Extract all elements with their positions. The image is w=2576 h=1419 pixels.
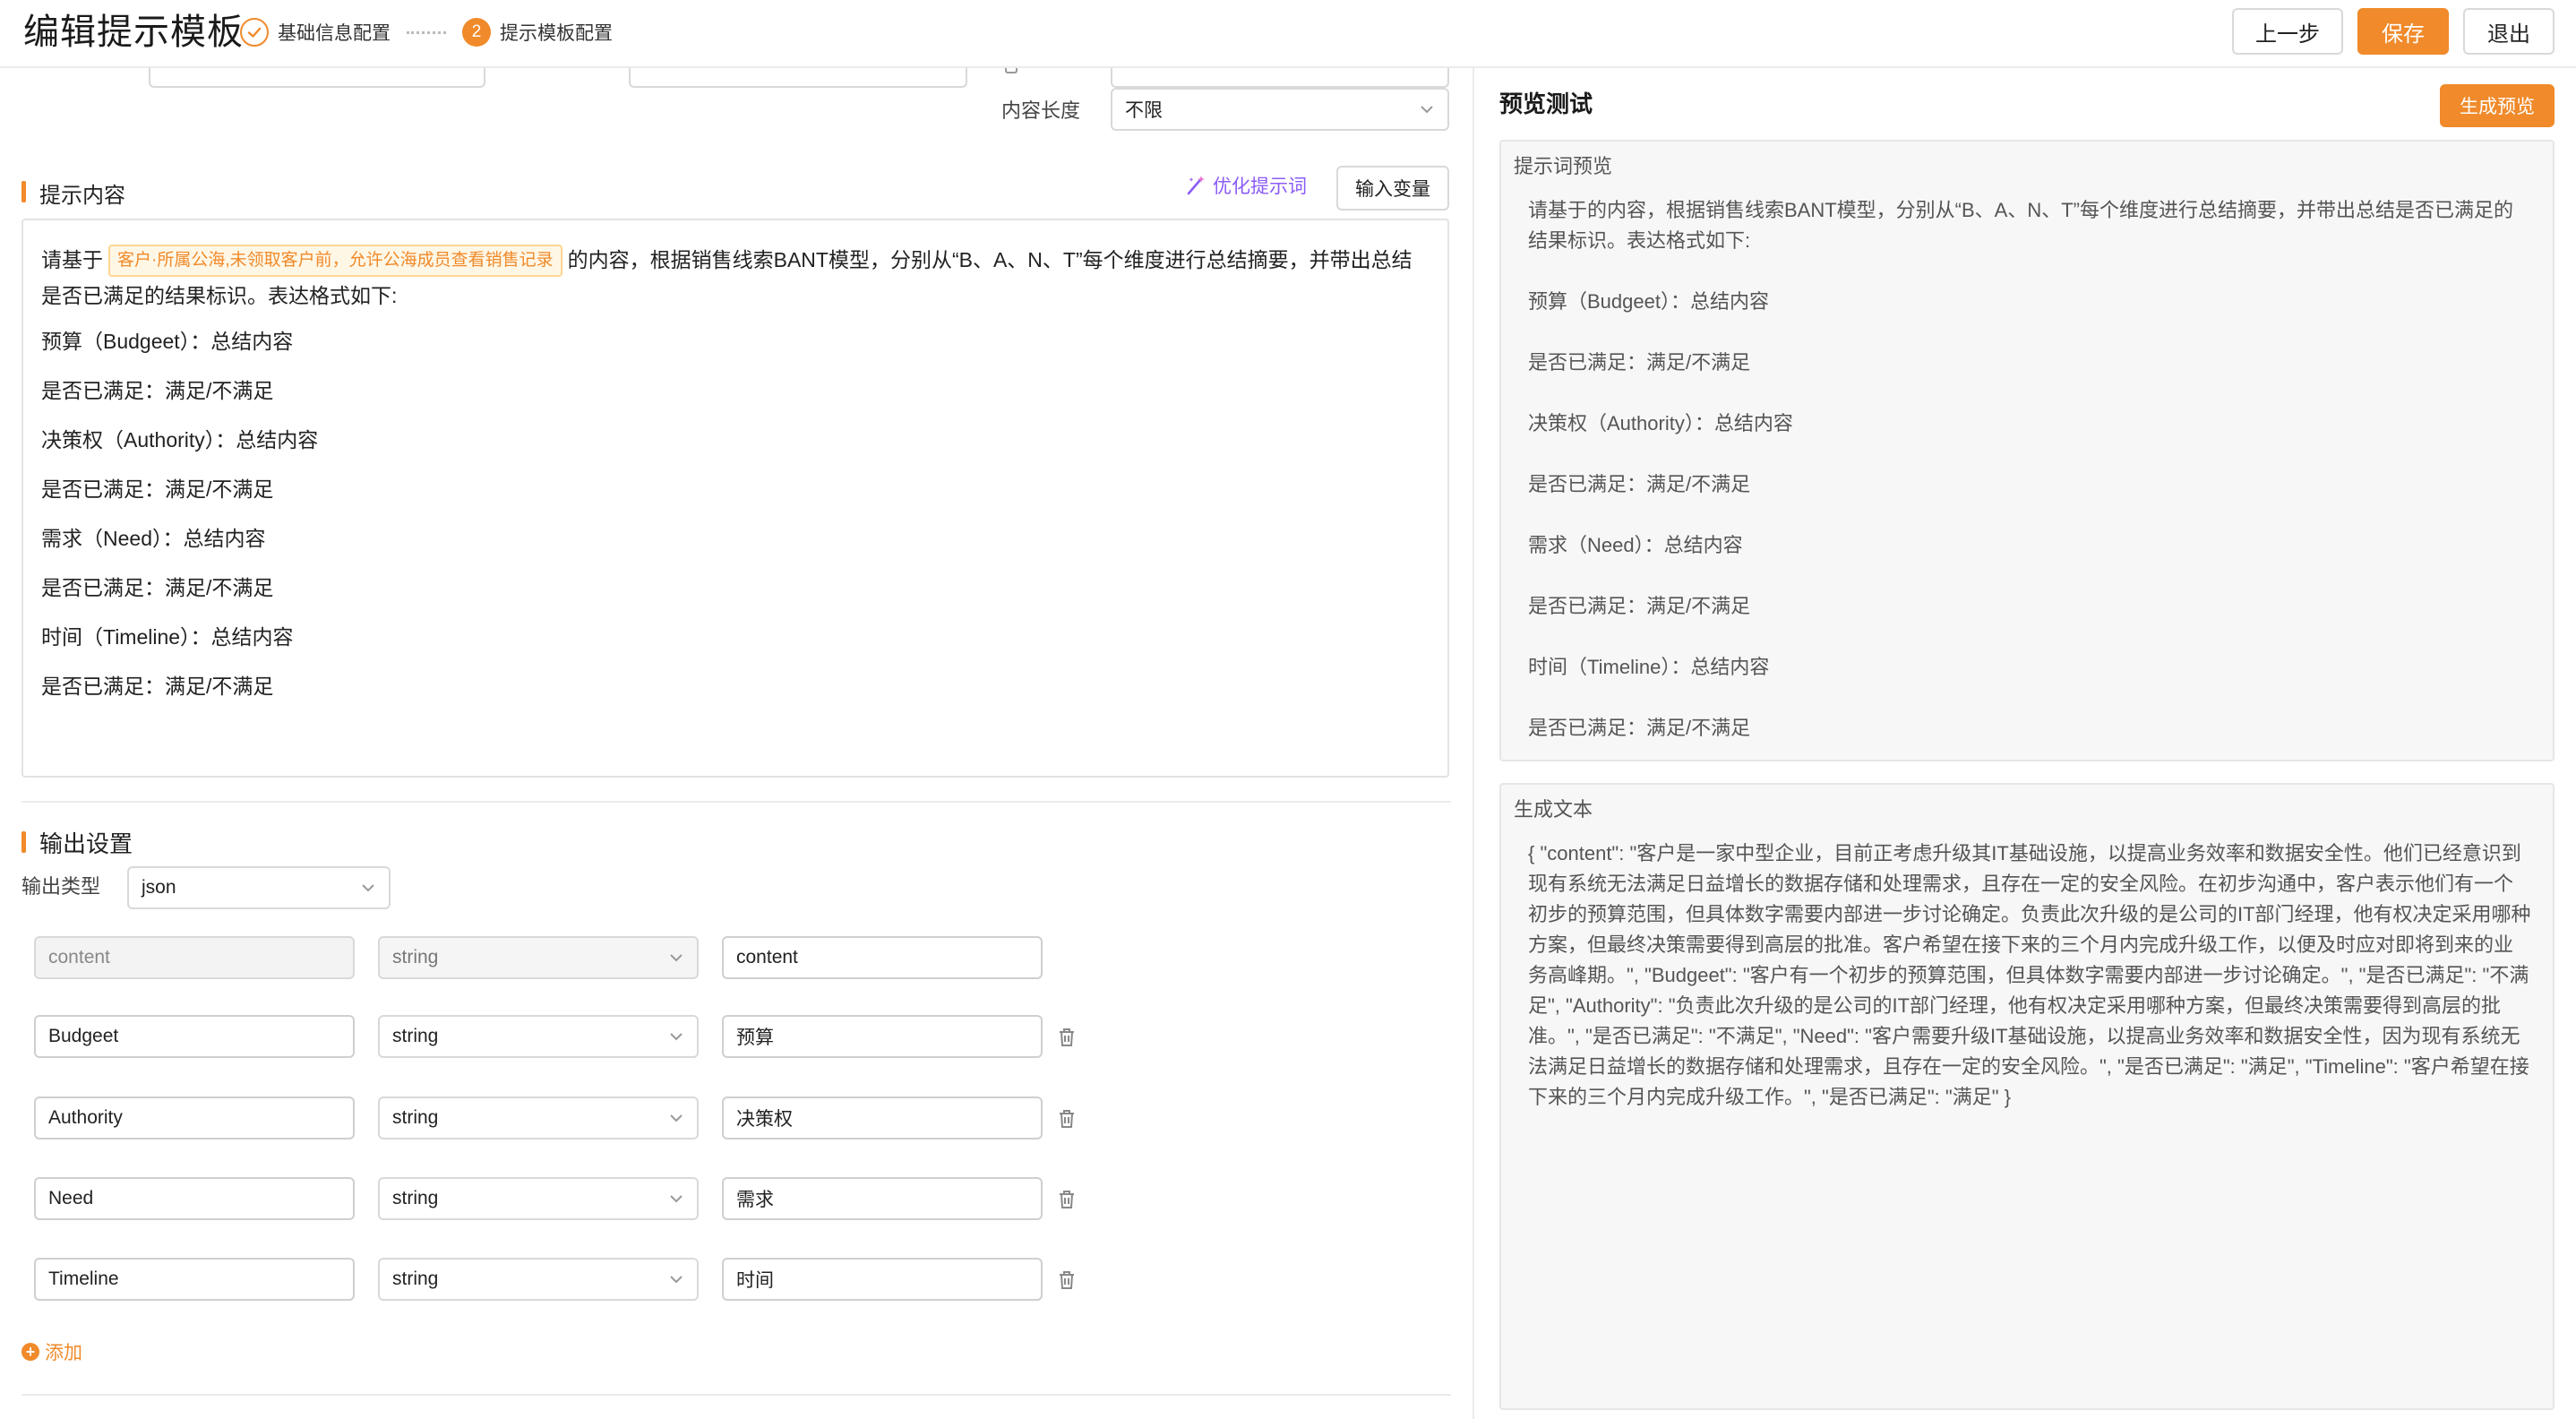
section-divider xyxy=(21,801,1451,803)
prompt-line: 时间（Timeline）：总结内容 xyxy=(41,625,294,649)
trash-icon[interactable] xyxy=(1057,1108,1077,1130)
chevron-down-icon xyxy=(1421,106,1433,114)
field-type-select[interactable]: string xyxy=(378,1096,699,1140)
insert-variable-button[interactable]: 输入变量 xyxy=(1336,166,1449,211)
prompt-line: 是否已满足：满足/不满足 xyxy=(41,576,274,599)
preview-line: 时间（Timeline）：总结内容 xyxy=(1528,656,1770,678)
add-field-button[interactable]: + 添加 xyxy=(21,1338,82,1365)
preview-line: 是否已满足：满足/不满足 xyxy=(1528,717,1751,739)
output-type-select[interactable]: json xyxy=(127,866,391,909)
prompt-line: 需求（Need）：总结内容 xyxy=(41,527,266,550)
step-number: 2 xyxy=(462,18,491,47)
preview-line: 决策权（Authority）：总结内容 xyxy=(1528,412,1793,434)
variable-tag[interactable]: 客户·所属公海,未领取客户前，允许公海成员查看销售记录 xyxy=(108,245,562,277)
content-length-value: 不限 xyxy=(1125,100,1163,121)
generated-text-content: { "content": "客户是一家中型企业，目前正考虑升级其IT基础设施，以… xyxy=(1528,842,2531,1108)
prompt-line: 决策权（Authority）：总结内容 xyxy=(41,428,319,452)
field-type-value: string xyxy=(392,1188,439,1208)
field-type-value: string xyxy=(392,1026,439,1046)
header-bar: 编辑提示模板 基础信息配置 2 提示模板配置 上一步 保存 退出 xyxy=(0,0,2576,68)
step-basic-info[interactable]: 基础信息配置 xyxy=(240,18,391,47)
preview-line: 是否已满足：满足/不满足 xyxy=(1528,473,1751,495)
preview-line: 预算（Budgeet）：总结内容 xyxy=(1528,290,1769,313)
content-length-select[interactable]: 不限 xyxy=(1111,88,1449,131)
trash-icon[interactable] xyxy=(1057,1027,1077,1048)
preview-line: 是否已满足：满足/不满足 xyxy=(1528,351,1751,374)
exit-button[interactable]: 退出 xyxy=(2463,8,2555,55)
prompt-preview-label: 提示词预览 xyxy=(1514,155,1613,177)
trash-icon[interactable] xyxy=(1057,1269,1077,1291)
prompt-line: 是否已满足：满足/不满足 xyxy=(41,675,274,698)
section-marker xyxy=(21,831,26,853)
prompt-preview-content: 请基于的内容，根据销售线索BANT模型，分别从“B、A、N、T”每个维度进行总结… xyxy=(1528,195,2531,774)
chevron-down-icon xyxy=(670,1276,683,1284)
optimize-prompt-button[interactable]: 优化提示词 xyxy=(1184,172,1307,199)
preview-line: 是否已满足：满足/不满足 xyxy=(1528,595,1751,617)
generated-text-label: 生成文本 xyxy=(1514,798,1593,821)
field-desc-input[interactable]: 预算 xyxy=(722,1015,1043,1058)
field-key-input[interactable]: Timeline xyxy=(34,1258,355,1301)
field-desc-input[interactable]: 决策权 xyxy=(722,1096,1043,1140)
preview-line: 需求（Need）：总结内容 xyxy=(1528,534,1743,556)
panel-divider xyxy=(1473,68,1474,1419)
step-separator xyxy=(407,30,446,34)
prompt-line: 是否已满足：满足/不满足 xyxy=(41,379,274,402)
field-key-input: content xyxy=(34,936,355,979)
trash-icon[interactable] xyxy=(1057,1189,1077,1210)
partial-input[interactable] xyxy=(629,68,967,88)
field-key-input[interactable]: Need xyxy=(34,1177,355,1220)
output-type-value: json xyxy=(142,877,176,898)
check-circle-icon xyxy=(240,18,269,47)
preview-title: 预览测试 xyxy=(1499,90,1593,117)
section-marker xyxy=(21,181,26,202)
generated-text-panel: 生成文本 { "content": "客户是一家中型企业，目前正考虑升级其IT基… xyxy=(1499,783,2555,1410)
generate-preview-button[interactable]: 生成预览 xyxy=(2440,84,2555,127)
save-button[interactable]: 保存 xyxy=(2357,8,2449,55)
prompt-section-title: 提示内容 xyxy=(39,184,125,208)
partial-icon xyxy=(1005,68,1018,73)
output-section-title: 输出设置 xyxy=(39,830,133,857)
field-key-input[interactable]: Authority xyxy=(34,1096,355,1140)
steps-indicator: 基础信息配置 2 提示模板配置 xyxy=(240,16,613,48)
chevron-down-icon xyxy=(670,1114,683,1122)
optimize-prompt-label: 优化提示词 xyxy=(1213,176,1307,197)
field-type-value: string xyxy=(392,1107,439,1128)
step-prompt-template[interactable]: 2 提示模板配置 xyxy=(462,18,613,47)
prompt-editor[interactable]: 请基于 客户·所属公海,未领取客户前，允许公海成员查看销售记录 的内容，根据销售线索… xyxy=(21,219,1449,778)
field-desc-input[interactable]: content xyxy=(722,936,1043,979)
chevron-down-icon xyxy=(670,1033,683,1041)
prompt-line: 是否已满足：满足/不满足 xyxy=(41,477,274,501)
field-type-select[interactable]: string xyxy=(378,1258,699,1301)
preview-line: 请基于的内容，根据销售线索BANT模型，分别从“B、A、N、T”每个维度进行总结… xyxy=(1528,199,2514,252)
field-type-select: string xyxy=(378,936,699,979)
field-desc-input[interactable]: 时间 xyxy=(722,1258,1043,1301)
chevron-down-icon xyxy=(670,1195,683,1203)
field-desc-input[interactable]: 需求 xyxy=(722,1177,1043,1220)
prompt-intro-prefix: 请基于 xyxy=(41,248,103,271)
field-type-value: string xyxy=(392,947,439,968)
field-type-value: string xyxy=(392,1268,439,1289)
section-divider xyxy=(21,1394,1451,1396)
plus-circle-icon: + xyxy=(21,1343,39,1361)
chevron-down-icon xyxy=(670,954,683,962)
field-type-select[interactable]: string xyxy=(378,1177,699,1220)
field-type-select[interactable]: string xyxy=(378,1015,699,1058)
prompt-preview-panel: 提示词预览 请基于的内容，根据销售线索BANT模型，分别从“B、A、N、T”每个… xyxy=(1499,140,2555,761)
field-key-input[interactable]: Budgeet xyxy=(34,1015,355,1058)
template-editor-panel: 内容长度 不限 提示内容 优化提示词 输入变量 请基于 客户·所属公海,未领取客户… xyxy=(0,68,1473,1419)
page-title: 编辑提示模板 xyxy=(23,13,244,52)
content-length-label: 内容长度 xyxy=(1001,99,1081,122)
prompt-line: 预算（Budgeet）：总结内容 xyxy=(41,330,294,353)
output-type-label: 输出类型 xyxy=(21,875,101,898)
prompt-intro: 请基于 客户·所属公海,未领取客户前，允许公海成员查看销售记录 的内容，根据销售线索… xyxy=(41,242,1430,314)
chevron-down-icon xyxy=(362,884,374,892)
partial-input[interactable] xyxy=(149,68,485,88)
magic-wand-icon xyxy=(1187,176,1205,195)
prev-step-button[interactable]: 上一步 xyxy=(2232,8,2343,55)
step-label: 提示模板配置 xyxy=(500,23,613,44)
add-field-label: 添加 xyxy=(45,1343,82,1363)
partial-input[interactable] xyxy=(1111,68,1449,88)
step-label: 基础信息配置 xyxy=(278,23,391,44)
